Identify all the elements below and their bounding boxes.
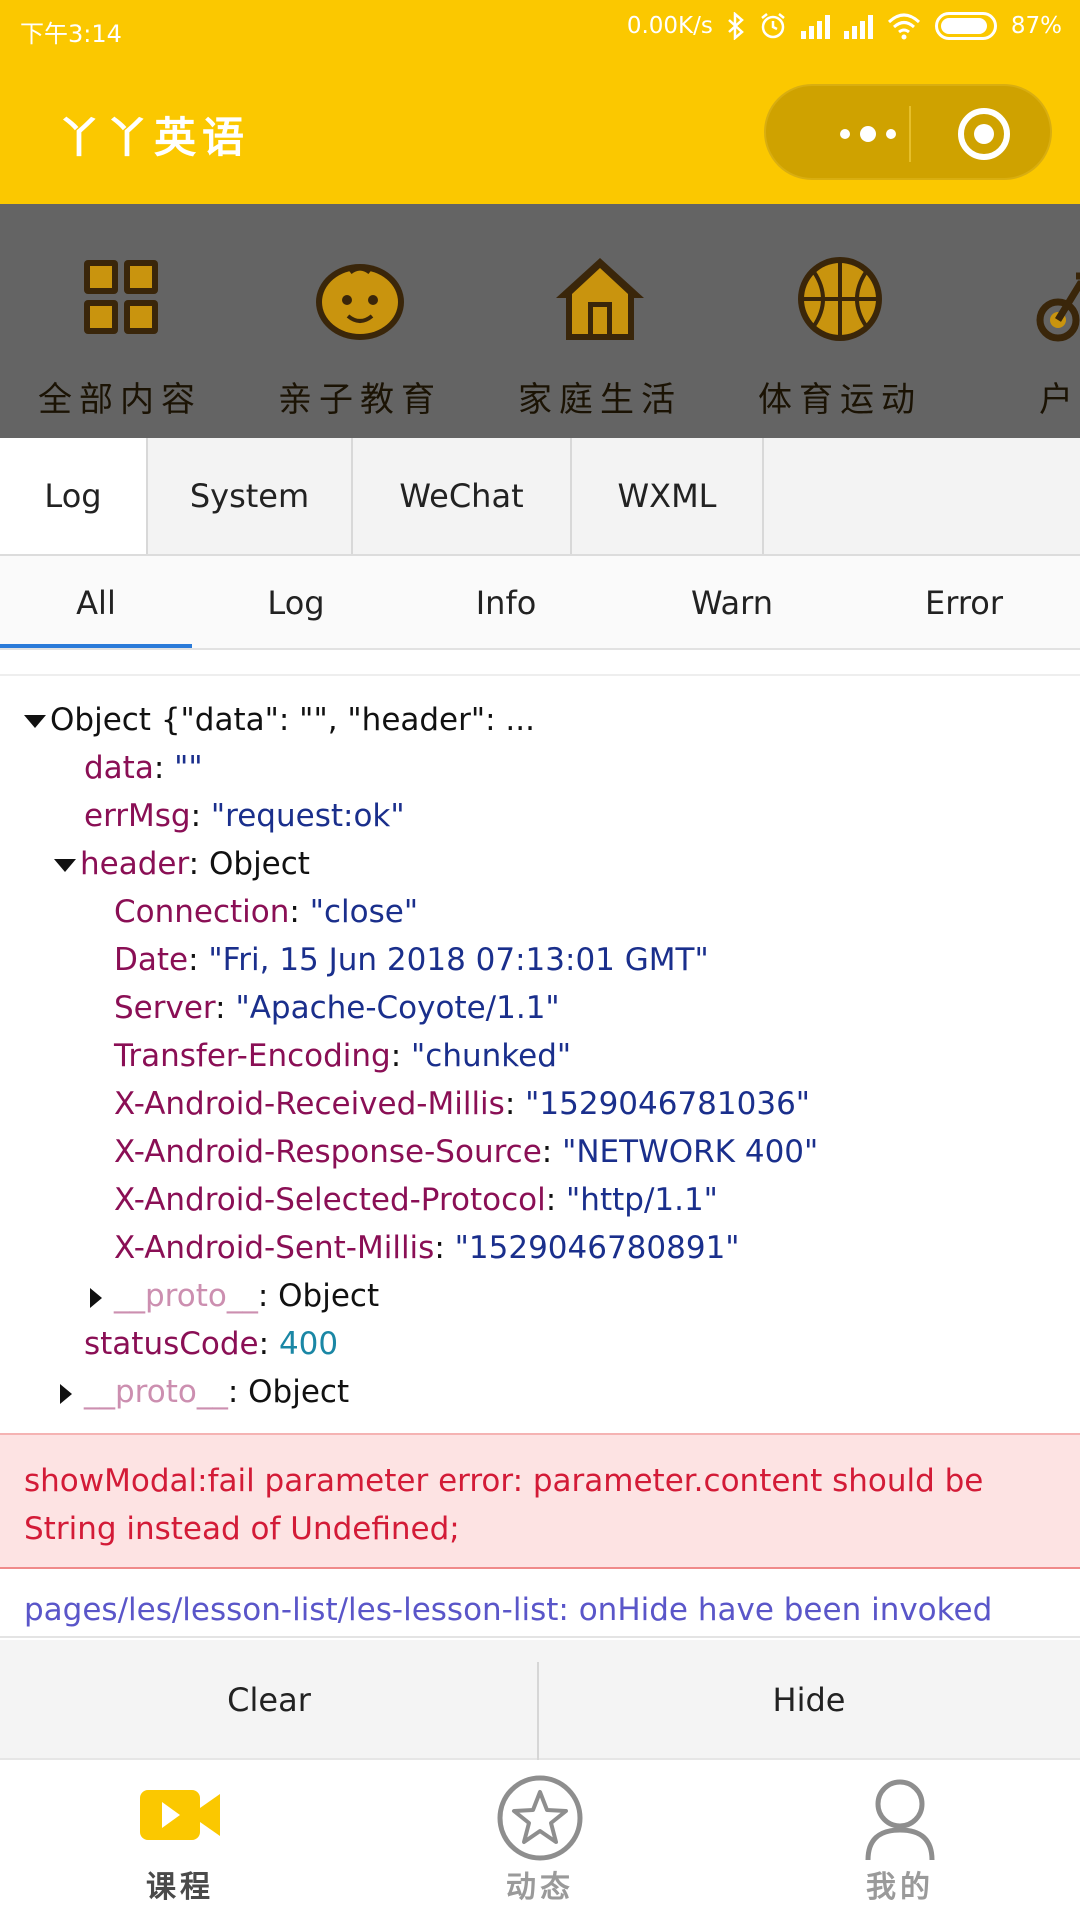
category-all[interactable]: 全部内容 [20,204,220,438]
category-outdoor[interactable]: 户外 [980,204,1080,438]
video-icon [140,1790,220,1840]
target-icon[interactable] [958,108,1010,160]
header-entry: Transfer-Encoding: "chunked" [114,1038,572,1074]
caret-down-icon[interactable] [24,715,46,728]
error-log-entry: showModal:fail parameter error: paramete… [0,1433,1080,1569]
tabbar-item-course[interactable]: 课程 [80,1760,280,1920]
star-icon [497,1775,583,1861]
header-proto-row[interactable]: __proto__: Object [90,1272,379,1320]
category-label: 家庭生活 [518,380,682,420]
object-proto-row[interactable]: __proto__: Object [60,1368,349,1416]
prop-errmsg: errMsg: "request:ok" [84,798,405,834]
action-divider [537,1662,539,1762]
info-log-entry: pages/les/lesson-list/les-lesson-list: o… [0,1570,1080,1638]
status-time: 下午3:14 [20,20,122,48]
header-entry: X-Android-Selected-Protocol: "http/1.1" [114,1182,718,1218]
bluetooth-icon [728,12,744,40]
alarm-icon [761,13,785,39]
filter-log[interactable]: Log [196,556,396,650]
console-actions: Clear Hide [0,1640,1080,1762]
hide-button[interactable]: Hide [540,1640,1078,1760]
category-label: 户外 [1039,380,1080,420]
header-entry: X-Android-Response-Source: "NETWORK 400" [114,1134,819,1170]
category-label: 体育运动 [758,380,922,420]
tabbar-label: 课程 [146,1870,214,1905]
house-icon [556,258,644,340]
grid-icon [84,260,158,334]
net-speed: 0.00K/s [626,13,713,39]
header-entry: Server: "Apache-Coyote/1.1" [114,990,560,1026]
tabbar-item-feed[interactable]: 动态 [440,1760,640,1920]
prop-data: data: "" [84,750,203,786]
signal-icon [800,13,830,39]
clear-button[interactable]: Clear [0,1640,538,1760]
divider [0,674,1080,676]
filter-error[interactable]: Error [864,556,1064,650]
prop-statuscode: statusCode: 400 [84,1326,339,1362]
bottom-tab-bar: 课程 动态 我的 [0,1760,1080,1920]
battery-percent: 87% [1010,13,1062,39]
tabbar-item-me[interactable]: 我的 [800,1760,1000,1920]
tab-system[interactable]: System [148,438,353,554]
tab-wechat[interactable]: WeChat [353,438,572,554]
top-bar: 下午3:14 0.00K/s 87% 丫丫英语 [0,0,1080,204]
caret-right-icon[interactable] [90,1287,102,1308]
object-row[interactable]: Object {"data": "", "header": ... [24,696,535,744]
bicycle-icon [1036,272,1080,342]
tab-log[interactable]: Log [0,438,148,554]
header-entry: X-Android-Sent-Millis: "1529046780891" [114,1230,740,1266]
header-entry: Date: "Fri, 15 Jun 2018 07:13:01 GMT" [114,942,709,978]
caret-right-icon[interactable] [60,1383,72,1404]
category-home-life[interactable]: 家庭生活 [500,204,700,438]
battery-icon [934,12,997,40]
mini-program-capsule [764,84,1052,180]
tab-wxml[interactable]: WXML [572,438,764,554]
capsule-divider [909,106,911,162]
category-label: 全部内容 [38,380,202,420]
filter-all[interactable]: All [0,556,192,650]
console-tabs: Log System WeChat WXML [0,438,1080,556]
category-parenting[interactable]: 亲子教育 [260,204,460,438]
active-filter-underline [0,644,192,648]
category-sports[interactable]: 体育运动 [740,204,940,438]
basketball-icon [798,257,882,341]
tabbar-label: 我的 [866,1870,934,1905]
filter-info[interactable]: Info [406,556,606,650]
tabbar-label: 动态 [506,1870,574,1905]
header-entry: X-Android-Received-Millis: "152904678103… [114,1086,811,1122]
baby-face-icon [316,264,404,340]
app-title: 丫丫英语 [58,113,251,162]
header-entry: Connection: "close" [114,894,419,930]
prop-header[interactable]: header: Object [54,840,310,888]
user-icon [865,1779,935,1861]
log-filters: All Log Info Warn Error [0,556,1080,650]
category-strip[interactable]: 全部内容 亲子教育 家庭生活 体育运动 户外 [0,204,1080,438]
status-right: 0.00K/s 87% [627,12,1062,40]
category-label: 亲子教育 [278,380,442,420]
wifi-icon [887,13,920,40]
signal-icon-2 [843,13,873,39]
status-bar: 下午3:14 0.00K/s 87% [0,0,1080,60]
caret-down-icon[interactable] [54,859,76,872]
filter-warn[interactable]: Warn [632,556,832,650]
